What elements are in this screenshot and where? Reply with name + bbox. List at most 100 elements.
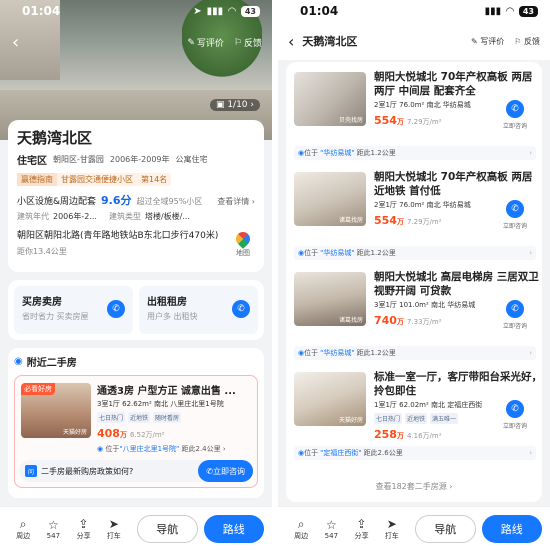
must-see-badge: 必看好房	[21, 383, 55, 395]
consult-button[interactable]: ✆ 立即咨询	[500, 400, 530, 430]
share-label: 分享	[354, 531, 369, 540]
house-listing[interactable]: 必看好房 天猫好房 通透3房 户型方正 诚意出售 ... 3室1厅 62.62m…	[14, 375, 258, 488]
edit-icon: ✎	[471, 36, 481, 46]
listing-location[interactable]: ◉ 位于 "华纺易城" 距此1.2公里 ›	[294, 146, 536, 160]
photo-pager[interactable]: ▣ 1/10 ›	[209, 99, 260, 111]
nearby-button[interactable]: ⌕ 周边	[8, 517, 38, 541]
route-button[interactable]: 路线	[203, 514, 264, 543]
listing-location[interactable]: ◉ 位于 "华纺易城" 距此1.2公里 ›	[294, 346, 536, 360]
navigate-button[interactable]: 导航	[414, 514, 476, 543]
listing-item[interactable]: 诸葛找房 朝阳大悦城北 70年产权高板 两居近地铁 首付低 2室1厅 76.0m…	[294, 166, 536, 266]
listing-title: 朝阳大悦城北 70年产权高板 两居两厅 中间层 配套齐全	[374, 71, 533, 97]
location-prefix: 位于	[304, 449, 319, 457]
listing-item[interactable]: 诸葛找房 朝阳大悦城北 高层电梯房 三居双卫 视野开阔 可贷款 3室1厅 101…	[294, 266, 539, 366]
build-year-label: 建筑年代	[17, 212, 49, 221]
location-name: "华纺易城"	[320, 349, 355, 357]
map-button[interactable]: 地图	[232, 229, 254, 258]
feedback-button[interactable]: ⚐ 反馈	[234, 36, 262, 50]
write-review-button[interactable]: ✎ 写评价	[471, 36, 504, 47]
back-icon[interactable]: ‹	[12, 32, 177, 53]
listing-thumbnail[interactable]: 贝壳找房	[294, 72, 366, 126]
thumbnail-watermark: 诸葛找房	[338, 217, 363, 224]
buy-sell-entry[interactable]: 买房卖房 省时省力 买卖房屋 ✆	[14, 286, 133, 334]
status-bar: 01:04 ➤ ▮▮▮ ◠ 43	[0, 0, 272, 22]
share-button[interactable]: ⇪ 分享	[346, 517, 376, 541]
left-screen: 01:04 ➤ ▮▮▮ ◠ 43 ‹ ✎ 写评价 ⚐ 反馈 ▣ 1/10 › 天鹅湾…	[0, 0, 272, 550]
house-location[interactable]: ◉ 位于"八里庄北里1号院" 距此2.4公里 ›	[97, 444, 226, 454]
favorite-button[interactable]: ☆ 547	[38, 518, 68, 540]
nearby-label: 周边	[294, 531, 309, 540]
share-icon: ⇪	[356, 516, 367, 531]
phone-icon[interactable]: ✆	[107, 300, 125, 318]
feedback-icon: ⚐	[514, 36, 524, 46]
phone-icon: ✆	[506, 400, 524, 418]
district-tag: 朝阳区-甘露园	[53, 155, 104, 164]
phone-icon: ✆	[506, 200, 524, 218]
favorite-button[interactable]: ☆ 547	[316, 518, 346, 540]
route-button[interactable]: 路线	[481, 514, 542, 543]
location-prefix: 位于	[304, 349, 319, 357]
nearby-button[interactable]: ⌕ 周边	[286, 517, 316, 541]
map-label: 地图	[236, 249, 250, 257]
consult-label: 立即咨询	[502, 123, 527, 130]
price-unit: 万	[396, 432, 404, 440]
price-value: 740	[374, 314, 397, 327]
consult-button[interactable]: ✆ 立即咨询	[500, 200, 530, 230]
rank-badge[interactable]: 赢德指南 甘露园交通便捷小区 第14名	[17, 173, 172, 186]
wifi-icon: ◠	[228, 5, 236, 17]
feedback-label: 反馈	[243, 39, 262, 49]
listing-title: 朝阳大悦城北 高层电梯房 三居双卫 视野开阔 可贷款	[374, 271, 539, 297]
price-unit: 万	[396, 118, 404, 126]
house-meta: 3室1厅 62.62m² 南北 八里庄北里1号院	[97, 400, 224, 408]
phone-icon: ✆	[506, 100, 524, 118]
house-thumbnail[interactable]: 必看好房 天猫好房	[21, 383, 91, 438]
chevron-right-icon: ›	[529, 149, 532, 157]
location-prefix: 位于	[304, 149, 319, 157]
price-unit: 万	[396, 318, 404, 326]
question-icon: 问	[25, 465, 37, 477]
years-tag: 2006年-2009年	[109, 155, 170, 164]
unit-price: 7.29万/m²	[406, 218, 442, 226]
policy-question-bar[interactable]: 问 二手房最新购房政策如何? ✆ 立即咨询	[19, 460, 253, 482]
build-type-value: 塔楼/板楼/...	[144, 212, 190, 221]
feedback-button[interactable]: ⚐ 反馈	[514, 36, 540, 47]
navigate-button[interactable]: 导航	[136, 514, 198, 543]
rent-entry[interactable]: 出租租房 用户多 出租快 ✆	[139, 286, 258, 334]
policy-question: 二手房最新购房政策如何?	[41, 466, 134, 476]
pager-count: 1/10	[227, 100, 248, 110]
listing-item[interactable]: 贝壳找房 朝阳大悦城北 70年产权高板 两居两厅 中间层 配套齐全 2室1厅 7…	[294, 66, 536, 166]
location-prefix: 位于	[105, 445, 120, 453]
write-review-button[interactable]: ✎ 写评价	[187, 36, 224, 50]
location-name: "八里庄北里1号院"	[119, 445, 180, 453]
taxi-button[interactable]: ➤ 打车	[377, 517, 407, 541]
consult-button[interactable]: ✆ 立即咨询	[198, 460, 253, 482]
taxi-button[interactable]: ➤ 打车	[99, 517, 129, 541]
location-distance: 距此1.2公里	[356, 149, 396, 157]
thumbnail-watermark: 诸葛找房	[338, 317, 363, 324]
consult-button[interactable]: ✆ 立即咨询	[500, 300, 530, 330]
listing-location[interactable]: ◉ 位于 "定福庄西街" 距此2.6公里 ›	[294, 446, 536, 460]
favorite-count: 547	[46, 531, 61, 540]
battery-icon: 43	[240, 5, 260, 17]
location-distance: 距此1.2公里	[356, 249, 396, 257]
listing-thumbnail[interactable]: 天猫好房	[294, 372, 366, 426]
price-unit: 万	[396, 218, 404, 226]
phone-icon[interactable]: ✆	[232, 300, 250, 318]
listing-location[interactable]: ◉ 位于 "华纺易城" 距此1.2公里 ›	[294, 246, 536, 260]
listing-item[interactable]: 天猫好房 标准一室一厅，客厅带阳台采光好，拎包即住 1室1厅 62.02m² 南…	[294, 366, 542, 466]
view-detail-link[interactable]: 查看详情 ›	[217, 196, 255, 207]
listing-title: 标准一室一厅，客厅带阳台采光好，拎包即住	[374, 371, 542, 397]
taxi-label: 打车	[106, 531, 121, 540]
view-more-link[interactable]: 查看182套二手房源 ›	[286, 481, 542, 492]
thumbnail-watermark: 天猫好房	[338, 417, 363, 424]
unit-price: 6.52万/m²	[129, 431, 165, 439]
score-note: 超过全域95%小区	[136, 197, 203, 206]
consult-button[interactable]: ✆ 立即咨询	[500, 100, 530, 130]
facility-score: 9.6分	[101, 194, 132, 207]
buy-rent-card: 买房卖房 省时省力 买卖房屋 ✆ 出租租房 用户多 出租快 ✆	[8, 280, 264, 340]
listing-thumbnail[interactable]: 诸葛找房	[294, 272, 366, 326]
share-button[interactable]: ⇪ 分享	[68, 517, 98, 541]
listing-thumbnail[interactable]: 诸葛找房	[294, 172, 366, 226]
back-icon[interactable]: ‹	[288, 32, 294, 51]
rank-label: 赢德指南	[17, 173, 57, 186]
